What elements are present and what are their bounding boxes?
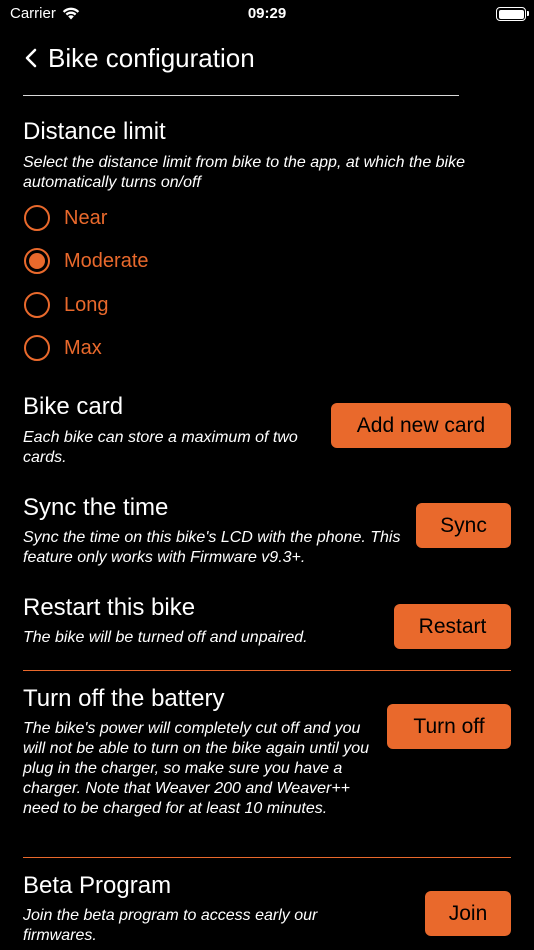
- add-new-card-button[interactable]: Add new card: [331, 403, 511, 448]
- radio-button[interactable]: [24, 205, 50, 231]
- nav-divider: [23, 95, 459, 96]
- distance-limit-title: Distance limit: [23, 118, 166, 145]
- radio-label-max: Max: [64, 336, 102, 359]
- battery-off-description: The bike's power will completely cut off…: [23, 720, 370, 817]
- beta-program-title: Beta Program: [23, 872, 172, 899]
- join-button[interactable]: Join: [425, 891, 511, 936]
- status-bar: Carrier 09:29: [0, 0, 534, 30]
- section-divider: [23, 857, 511, 858]
- radio-moderate[interactable]: Moderate: [24, 248, 149, 274]
- beta-program-description: Join the beta program to access early ou…: [23, 907, 318, 944]
- sync-time-description: Sync the time on this bike's LCD with th…: [23, 529, 401, 566]
- radio-label-moderate: Moderate: [64, 249, 149, 272]
- radio-near[interactable]: Near: [24, 205, 107, 231]
- bike-card-description: Each bike can store a maximum of two car…: [23, 429, 298, 466]
- battery-icon: [496, 7, 529, 21]
- sync-button[interactable]: Sync: [416, 503, 511, 548]
- radio-button-selected[interactable]: [24, 248, 50, 274]
- radio-max[interactable]: Max: [24, 335, 102, 361]
- chevron-left-icon[interactable]: [24, 48, 38, 68]
- radio-label-near: Near: [64, 206, 108, 229]
- restart-title: Restart this bike: [23, 594, 196, 621]
- radio-button[interactable]: [24, 335, 50, 361]
- turn-off-button[interactable]: Turn off: [387, 704, 511, 749]
- sync-time-title: Sync the time: [23, 494, 169, 521]
- restart-description: The bike will be turned off and unpaired…: [23, 629, 308, 646]
- page-title: Bike configuration: [48, 42, 255, 73]
- section-divider: [23, 670, 511, 671]
- distance-limit-description: Select the distance limit from bike to t…: [23, 154, 466, 191]
- battery-off-title: Turn off the battery: [23, 685, 225, 712]
- radio-button[interactable]: [24, 292, 50, 318]
- radio-label-long: Long: [64, 293, 109, 316]
- restart-button[interactable]: Restart: [394, 604, 511, 649]
- nav-bar: Bike configuration: [24, 38, 255, 78]
- radio-long[interactable]: Long: [24, 292, 109, 318]
- status-time: 09:29: [247, 5, 287, 22]
- bike-card-title: Bike card: [23, 393, 124, 420]
